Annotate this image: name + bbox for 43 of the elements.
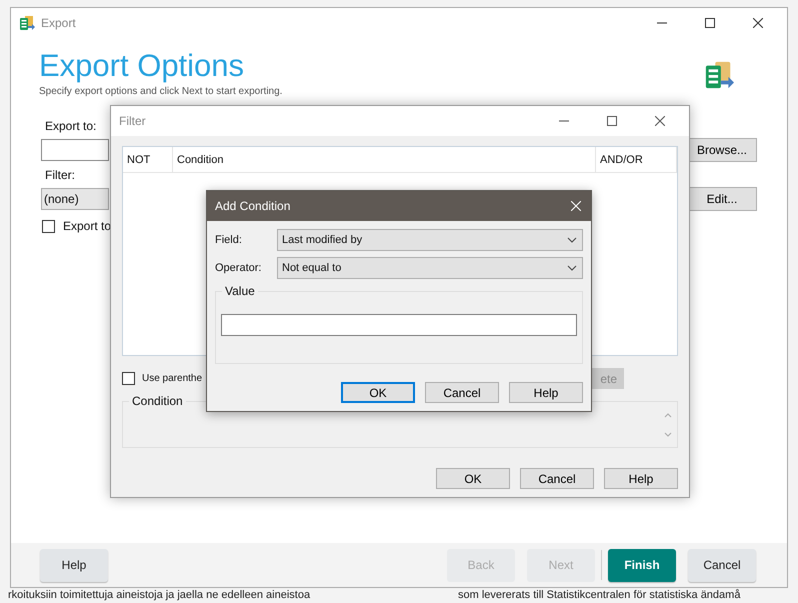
group-label: Value [222,284,258,298]
field-label: Field: [215,234,243,246]
export-path-field[interactable] [41,139,109,161]
field-label: Operator: [215,262,262,274]
window-title: Filter [119,114,146,128]
dialog-button[interactable]: OK [341,382,415,403]
value-field[interactable] [221,314,577,336]
dialog-button[interactable]: Help [604,468,678,489]
dialog-button[interactable]: OK [436,468,510,489]
page-subtitle: Specify export options and click Next to start exporting. [39,86,282,97]
column-header[interactable]: AND/OR [596,147,677,172]
operator-dropdown[interactable]: Not equal to [277,257,583,279]
export-app-icon [19,15,35,31]
field-dropdown[interactable]: Last modified by [277,229,583,251]
field-label: Filter: [45,168,75,182]
column-header[interactable]: Condition [173,147,596,172]
wizard-button[interactable]: Finish [608,548,676,582]
background-text: rkoituksiin toimitettuja aineistoja ja jaella ne edelleen aineistoa [8,589,310,602]
page-heading: Export Options [39,48,246,84]
window-title: Export [41,16,76,30]
dialog-title: Add Condition [215,199,290,213]
export-app-icon [704,60,734,90]
field-label: Export to: [45,119,96,133]
checkbox[interactable] [42,220,55,232]
wizard-button[interactable]: Help [40,548,108,582]
dialog-button[interactable]: Cancel [425,382,499,403]
maximize-icon[interactable] [607,116,617,126]
chevron-down-icon[interactable] [567,237,577,243]
dialog-button[interactable]: Cancel [520,468,594,489]
edit-button[interactable]: Edit... [687,187,757,211]
column-header[interactable]: NOT [123,147,173,172]
filter-dropdown[interactable]: (none) [41,188,109,210]
close-icon[interactable] [655,116,665,126]
background-text: som levererats till Statistikcentralen för statistiska ändamå [458,589,740,602]
browse-button[interactable]: Browse... [687,138,757,162]
close-icon[interactable] [753,18,763,28]
chevron-down-icon[interactable] [567,265,577,271]
wizard-button[interactable]: Cancel [688,548,756,582]
maximize-icon[interactable] [705,18,715,28]
checkbox-label: Use parenthe [142,373,202,384]
dialog-button[interactable]: Help [509,382,583,403]
checkbox[interactable] [122,372,135,385]
group-label: Condition [129,394,186,408]
